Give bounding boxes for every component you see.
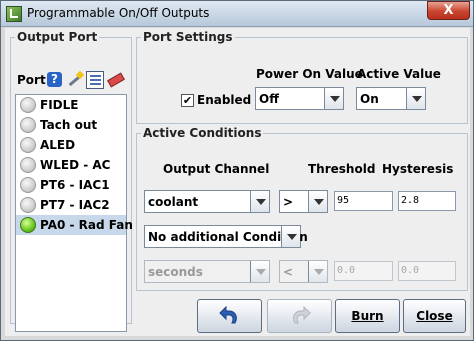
chevron-down-icon[interactable] [308, 191, 327, 212]
chevron-down-icon [250, 261, 269, 282]
second-channel-select: seconds [144, 260, 270, 283]
output-channel-label: Output Channel [163, 162, 270, 176]
led-off-icon [20, 157, 36, 173]
port-settings-legend: Port Settings [143, 30, 233, 44]
power-on-value-label: Power On Value [256, 67, 363, 81]
eraser-icon[interactable] [107, 71, 125, 89]
additional-condition-select[interactable]: No additional Condition [144, 225, 308, 248]
operator-select[interactable]: > [279, 190, 328, 213]
burn-button[interactable]: Burn [335, 299, 400, 333]
table-icon[interactable] [86, 71, 104, 89]
active-value-select[interactable]: On [356, 87, 426, 110]
dialog-window: Programmable On/Off Outputs X Output Por… [0, 0, 474, 341]
second-operator-value: < [283, 265, 294, 279]
port-item-label: PA0 - Rad Fan [40, 218, 133, 232]
output-port-legend: Output Port [17, 30, 98, 44]
threshold-input[interactable]: 95 [334, 191, 393, 211]
port-item-label: FIDLE [40, 98, 79, 112]
active-conditions-legend: Active Conditions [143, 126, 262, 140]
output-channel-select[interactable]: coolant [144, 190, 270, 213]
led-off-icon [20, 97, 36, 113]
led-off-icon [20, 137, 36, 153]
burn-label: Burn [351, 309, 384, 323]
help-icon[interactable]: ? [47, 72, 62, 87]
active-conditions-panel: Active Conditions Output Channel Thresho… [136, 126, 468, 291]
chevron-down-icon[interactable] [281, 226, 300, 247]
second-channel-value: seconds [148, 265, 203, 279]
port-item-pt6-iac1[interactable]: PT6 - IAC1 [16, 175, 126, 195]
enabled-checkbox[interactable]: ✔ [181, 94, 194, 107]
power-on-value: Off [259, 92, 279, 106]
output-channel-value: coolant [148, 195, 199, 209]
port-item-label: PT6 - IAC1 [40, 178, 110, 192]
window-close-button[interactable]: X [427, 1, 470, 20]
power-on-value-select[interactable]: Off [255, 87, 344, 110]
second-operator-select: < [279, 260, 328, 283]
led-on-icon [20, 217, 36, 233]
dialog-body: Output Port Port ? FIDLE Tach out ALED W… [5, 28, 470, 336]
undo-button[interactable] [197, 299, 262, 333]
chevron-down-icon[interactable] [324, 88, 343, 109]
operator-value: > [283, 195, 294, 209]
hysteresis-label: Hysteresis [382, 162, 454, 176]
undo-icon [219, 306, 237, 324]
port-item-pt7-iac2[interactable]: PT7 - IAC2 [16, 195, 126, 215]
port-item-label: ALED [40, 138, 76, 152]
title-bar[interactable]: Programmable On/Off Outputs X [1, 1, 473, 27]
active-value: On [360, 92, 379, 106]
port-list[interactable]: FIDLE Tach out ALED WLED - AC PT6 - IAC1 [15, 94, 133, 332]
chevron-down-icon [308, 261, 327, 282]
port-item-label: PT7 - IAC2 [40, 198, 110, 212]
app-icon [6, 6, 22, 22]
port-item-pa0-rad-fan[interactable]: PA0 - Rad Fan [16, 215, 133, 235]
active-value-label: Active Value [357, 67, 441, 81]
chevron-down-icon[interactable] [250, 191, 269, 212]
port-settings-panel: Port Settings Power On Value Active Valu… [136, 30, 468, 124]
port-toolbar: Port ? [17, 70, 127, 91]
port-item-label: Tach out [40, 118, 98, 132]
port-label: Port [17, 73, 46, 87]
chevron-down-icon[interactable] [406, 88, 425, 109]
port-item-wled-ac[interactable]: WLED - AC [16, 155, 126, 175]
enabled-label: Enabled [197, 93, 252, 107]
redo-icon [293, 306, 311, 324]
window-title: Programmable On/Off Outputs [27, 6, 210, 20]
redo-button [267, 299, 332, 333]
port-item-tach-out[interactable]: Tach out [16, 115, 126, 135]
close-button[interactable]: Close [403, 299, 466, 333]
led-off-icon [20, 197, 36, 213]
output-port-panel: Output Port Port ? FIDLE Tach out ALED W… [10, 30, 133, 332]
threshold-label: Threshold [308, 162, 376, 176]
led-off-icon [20, 117, 36, 133]
second-threshold-input: 0.0 [334, 261, 393, 281]
wand-icon[interactable] [66, 70, 85, 89]
second-hysteresis-input: 0.0 [398, 261, 456, 281]
port-item-label: WLED - AC [40, 158, 111, 172]
port-item-aled[interactable]: ALED [16, 135, 126, 155]
close-label: Close [416, 309, 453, 323]
led-off-icon [20, 177, 36, 193]
port-item-fidle[interactable]: FIDLE [16, 95, 126, 115]
hysteresis-input[interactable]: 2.8 [398, 191, 456, 211]
